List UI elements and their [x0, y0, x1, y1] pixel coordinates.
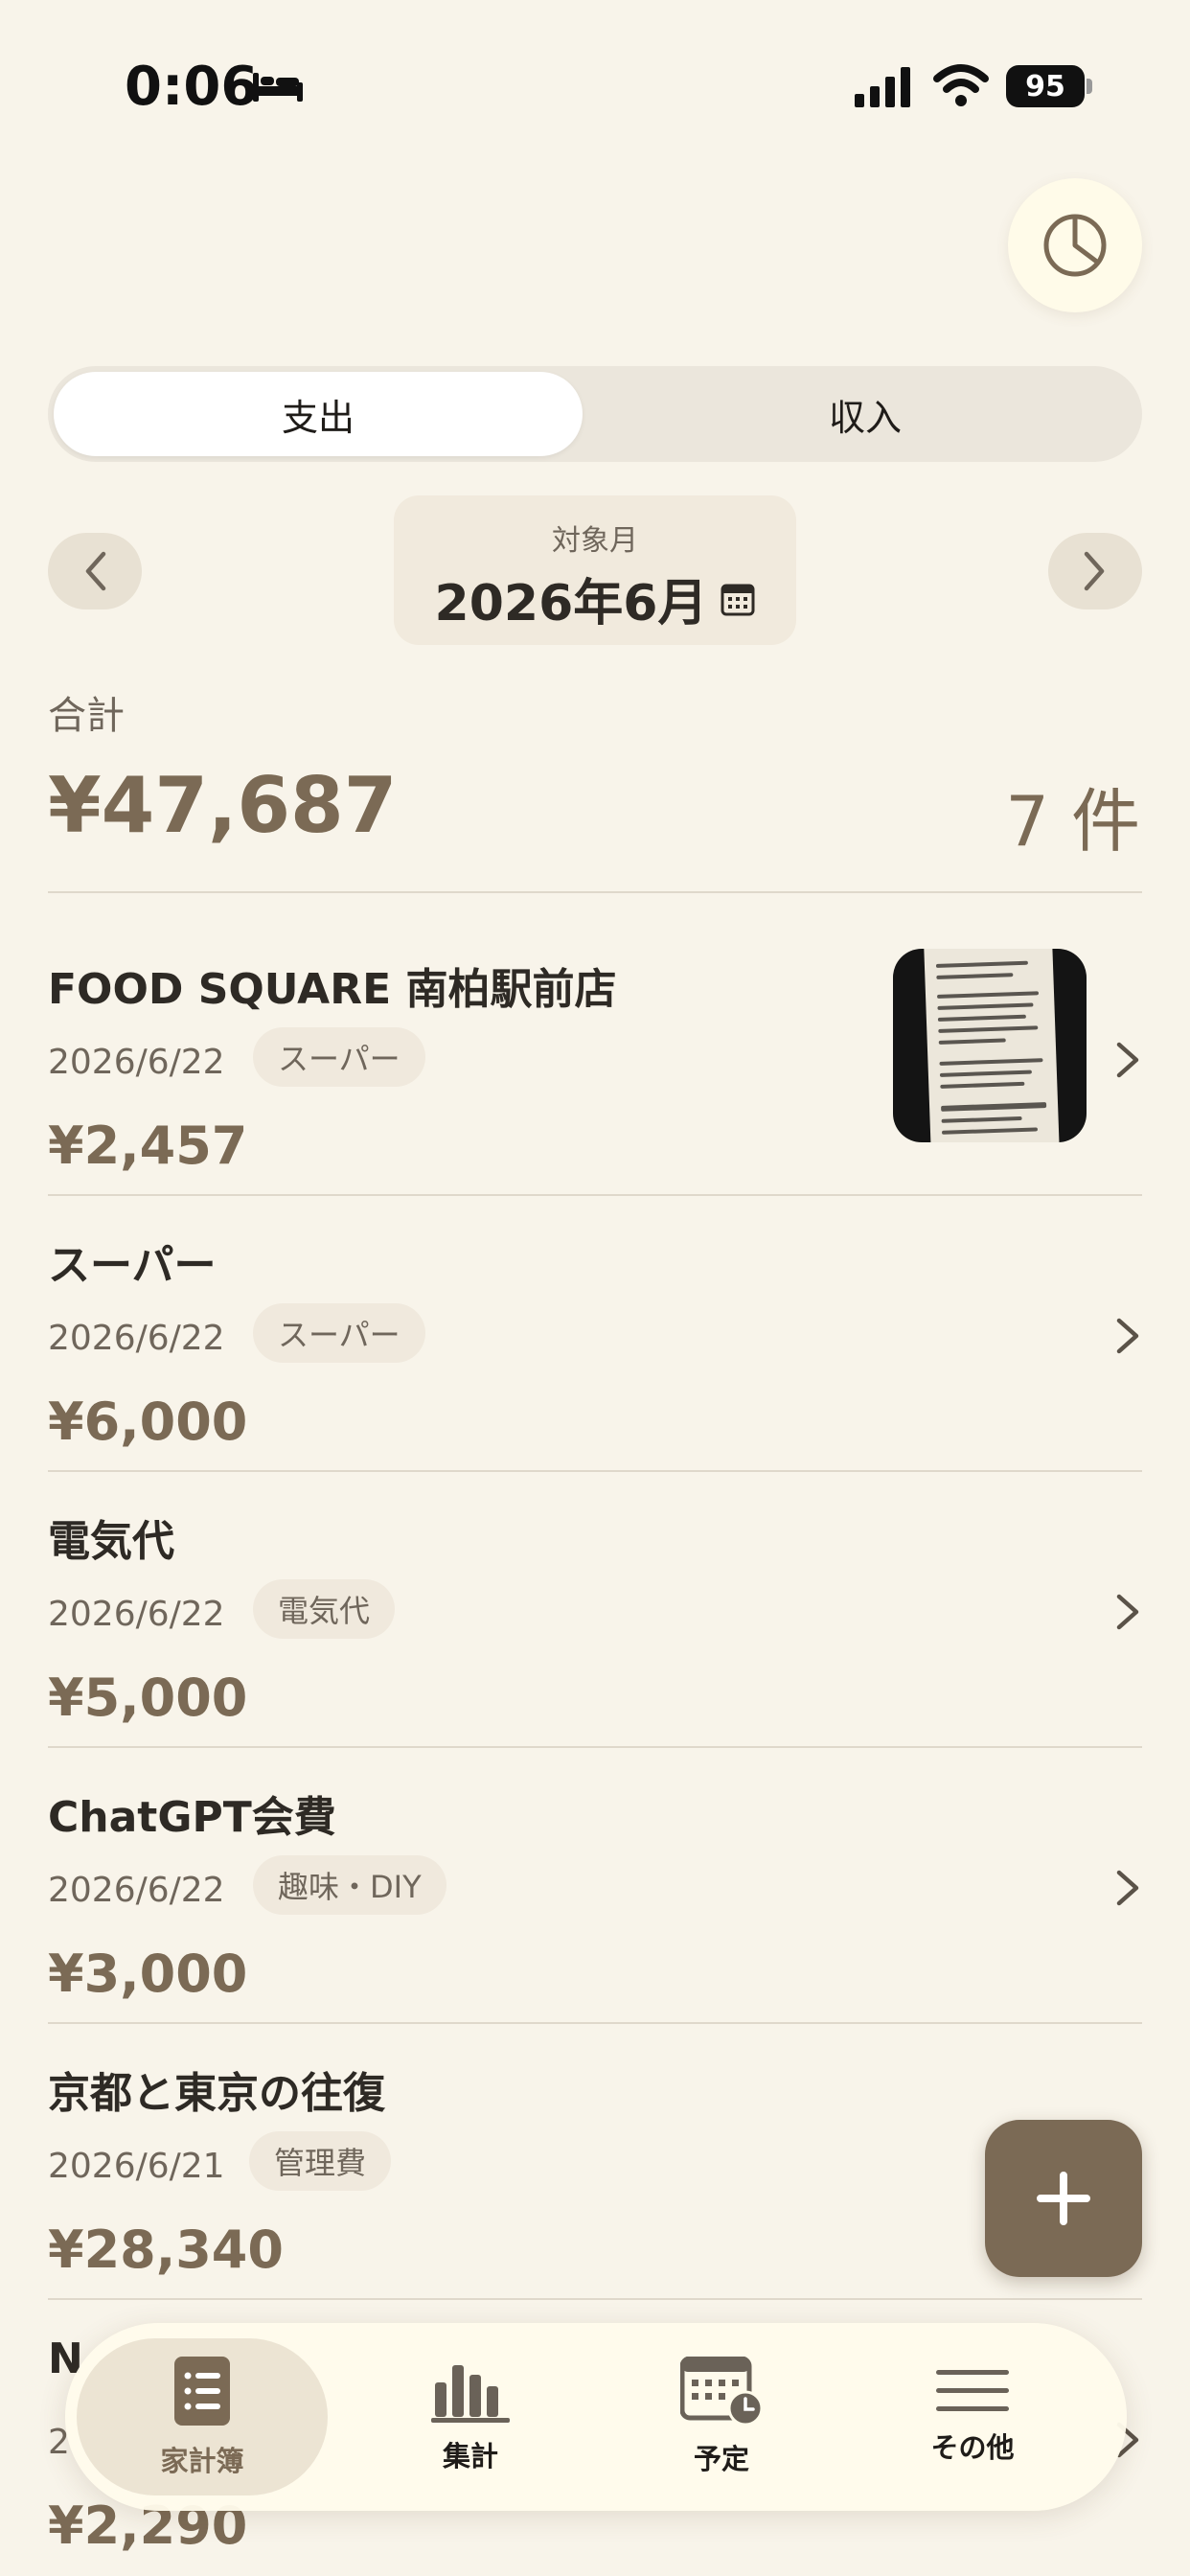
total-label: 合計: [48, 694, 125, 738]
tab-household-book[interactable]: 家計簿: [77, 2338, 328, 2496]
entry-amount: ¥2,457: [48, 1116, 248, 1176]
entry-date: 2026/6/22: [48, 1319, 225, 1358]
summary-divider: [48, 891, 1142, 893]
tab-label: 予定: [693, 2443, 749, 2475]
entry-title: 京都と東京の往復: [48, 2069, 385, 2118]
entry-title: FOOD SQUARE 南柏駅前店: [48, 965, 617, 1014]
entry-date: 2026/6/22: [48, 1595, 225, 1634]
month-caption: 対象月: [552, 524, 638, 558]
entry-amount: ¥28,340: [48, 2220, 284, 2280]
category-chip: 管理費: [249, 2131, 392, 2191]
household-book-icon: [174, 2357, 230, 2426]
wifi-icon: [933, 64, 989, 106]
entry-date: 2026/6/22: [48, 1871, 225, 1910]
chevron-left-icon: [85, 551, 106, 591]
entry-count: 7 件: [1005, 781, 1140, 862]
bottom-tab-bar: 家計簿 集計 予定 その他: [65, 2323, 1127, 2511]
tab-label: 家計簿: [160, 2445, 244, 2477]
category-chip: スーパー: [253, 1303, 425, 1363]
tab-label: 集計: [442, 2440, 498, 2472]
menu-icon: [936, 2370, 1009, 2411]
entry-amount: ¥3,000: [48, 1944, 248, 2004]
total-amount: ¥47,687: [48, 761, 398, 850]
expense-income-toggle: 支出 収入: [48, 366, 1142, 462]
entry-amount: ¥5,000: [48, 1668, 248, 1728]
tab-expense[interactable]: 支出: [54, 372, 583, 456]
entry-date: 2026/6/21: [48, 2147, 225, 2186]
expense-row[interactable]: 電気代 2026/6/22 電気代 ¥5,000: [48, 1472, 1142, 1748]
bar-chart-icon: [431, 2365, 510, 2423]
tab-label: その他: [930, 2431, 1015, 2464]
expense-row[interactable]: スーパー 2026/6/22 スーパー ¥6,000: [48, 1196, 1142, 1472]
add-entry-button[interactable]: [985, 2120, 1142, 2277]
chevron-right-icon: [1116, 1318, 1139, 1354]
expense-row[interactable]: FOOD SQUARE 南柏駅前店 2026/6/22 スーパー ¥2,457: [48, 920, 1142, 1196]
category-chip: スーパー: [253, 1027, 425, 1087]
receipt-thumbnail[interactable]: [893, 949, 1087, 1142]
tab-income[interactable]: 収入: [594, 372, 1136, 456]
calendar-clock-icon: [680, 2357, 763, 2426]
previous-month-button[interactable]: [48, 533, 142, 610]
tab-schedule[interactable]: 予定: [596, 2338, 847, 2496]
cellular-signal-icon: [855, 67, 910, 107]
chevron-right-icon: [1084, 551, 1105, 591]
tab-more[interactable]: その他: [847, 2338, 1098, 2496]
calendar-icon: [721, 584, 755, 615]
pie-chart-icon: [1043, 214, 1107, 277]
chart-view-button[interactable]: [1008, 178, 1142, 312]
tab-summary[interactable]: 集計: [345, 2338, 596, 2496]
battery-indicator: 95: [1006, 65, 1085, 107]
month-selector[interactable]: 対象月 2026年6月: [394, 495, 796, 645]
next-month-button[interactable]: [1048, 533, 1142, 610]
entry-title: 電気代: [48, 1517, 174, 1566]
chevron-right-icon: [1116, 1042, 1139, 1078]
month-value: 2026年6月: [434, 575, 708, 632]
entry-date: 2026/6/22: [48, 1043, 225, 1082]
category-chip: 趣味・DIY: [253, 1855, 446, 1915]
entry-amount: ¥6,000: [48, 1392, 248, 1452]
category-chip: 電気代: [253, 1579, 396, 1639]
expense-row[interactable]: 京都と東京の往復 2026/6/21 管理費 ¥28,340: [48, 2024, 1142, 2300]
expense-row[interactable]: ChatGPT会費 2026/6/22 趣味・DIY ¥3,000: [48, 1748, 1142, 2024]
plus-icon: [1037, 2172, 1090, 2225]
chevron-right-icon: [1116, 1594, 1139, 1630]
entry-title: スーパー: [48, 1241, 217, 1290]
entry-title: ChatGPT会費: [48, 1793, 336, 1842]
battery-tip: [1087, 79, 1092, 94]
sleep-focus-icon: [253, 73, 303, 102]
chevron-right-icon: [1116, 1870, 1139, 1906]
status-time: 0:06: [125, 56, 259, 118]
